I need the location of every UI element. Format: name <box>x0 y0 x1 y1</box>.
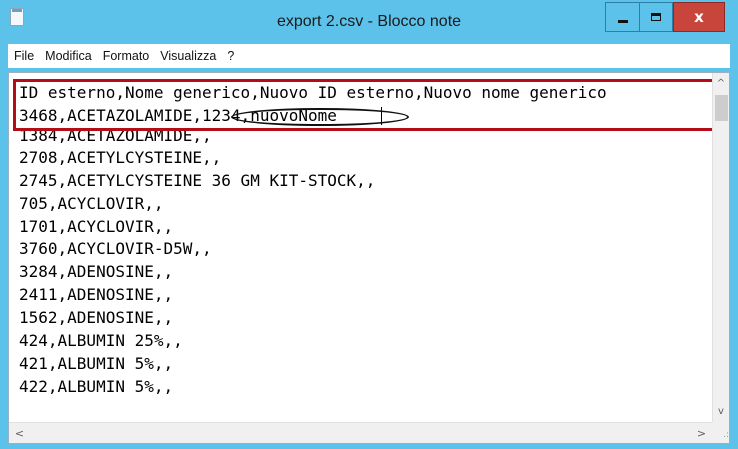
minimize-button[interactable] <box>605 2 640 32</box>
close-icon: x <box>694 8 704 26</box>
resize-grip-icon[interactable]: .: <box>712 422 729 443</box>
menu-formato[interactable]: Formato <box>98 49 155 63</box>
text-line: 2411,ADENOSINE,, <box>19 285 174 304</box>
notepad-window: export 2.csv - Blocco note x File Modifi… <box>0 0 738 449</box>
text-line: 1701,ACYCLOVIR,, <box>19 217 174 236</box>
text-line: 422,ALBUMIN 5%,, <box>19 377 174 396</box>
scroll-left-arrow-icon[interactable]: < <box>11 423 28 443</box>
scroll-right-arrow-icon[interactable]: > <box>693 423 710 443</box>
menu-file[interactable]: File <box>8 49 39 63</box>
text-line: 3760,ACYCLOVIR-D5W,, <box>19 239 212 258</box>
text-line: 705,ACYCLOVIR,, <box>19 194 164 213</box>
menu-visualizza[interactable]: Visualizza <box>155 49 221 63</box>
menu-modifica[interactable]: Modifica <box>40 49 97 63</box>
text-line: 424,ALBUMIN 25%,, <box>19 331 183 350</box>
maximize-icon <box>651 13 661 21</box>
vertical-scroll-thumb[interactable] <box>715 95 728 121</box>
text-editor[interactable]: ID esterno,Nome generico,Nuovo ID estern… <box>8 72 730 444</box>
text-line: 3284,ADENOSINE,, <box>19 262 174 281</box>
text-line: 2745,ACETYLCYSTEINE 36 GM KIT-STOCK,, <box>19 171 376 190</box>
text-content-area[interactable]: ID esterno,Nome generico,Nuovo ID estern… <box>9 73 712 422</box>
close-button[interactable]: x <box>673 2 725 32</box>
minimize-icon <box>617 19 628 23</box>
annotation-highlight-ellipse <box>231 108 409 126</box>
maximize-button[interactable] <box>640 2 673 32</box>
text-line: 1562,ADENOSINE,, <box>19 308 174 327</box>
scroll-up-arrow-icon[interactable]: ^ <box>713 75 729 92</box>
horizontal-scrollbar[interactable]: < > <box>9 422 712 443</box>
vertical-scrollbar[interactable]: ^ v <box>712 73 729 422</box>
text-line: 421,ALBUMIN 5%,, <box>19 354 174 373</box>
title-bar[interactable]: export 2.csv - Blocco note x <box>0 0 738 44</box>
menu-bar: File Modifica Formato Visualizza ? <box>8 44 730 68</box>
menu-help[interactable]: ? <box>222 49 239 63</box>
scroll-down-arrow-icon[interactable]: v <box>713 403 729 420</box>
text-line: 2708,ACETYLCYSTEINE,, <box>19 148 222 167</box>
